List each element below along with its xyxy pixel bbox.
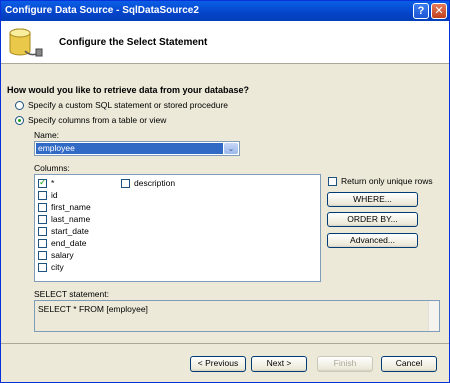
- next-button[interactable]: Next >: [251, 356, 307, 372]
- select-statement-box: SELECT * FROM [employee]: [34, 300, 440, 332]
- column-label: salary: [51, 250, 74, 260]
- column-label: description: [134, 178, 176, 188]
- column-item[interactable]: end_date: [38, 238, 86, 248]
- columns-option-label: Specify columns from a table or view: [28, 115, 167, 125]
- chevron-down-icon[interactable]: ⌄: [224, 143, 238, 154]
- database-icon: [9, 28, 43, 57]
- column-label: first_name: [51, 202, 91, 212]
- unique-rows-label: Return only unique rows: [341, 176, 433, 186]
- column-checkbox[interactable]: [38, 238, 47, 248]
- advanced-button[interactable]: Advanced...: [327, 233, 418, 248]
- columns-label: Columns:: [34, 163, 70, 173]
- custom-sql-radio[interactable]: [15, 100, 24, 110]
- column-label: last_name: [51, 214, 91, 224]
- column-checkbox[interactable]: [38, 262, 47, 272]
- sql-scrollbar[interactable]: [428, 301, 439, 331]
- help-button[interactable]: ?: [413, 3, 429, 19]
- column-item[interactable]: city: [38, 262, 64, 272]
- select-statement-text: SELECT * FROM [employee]: [38, 304, 148, 314]
- retrieve-question: How would you like to retrieve data from…: [7, 85, 250, 95]
- name-label: Name:: [34, 130, 60, 140]
- column-checkbox[interactable]: [38, 177, 47, 188]
- table-name-select[interactable]: employee ⌄: [34, 141, 240, 156]
- column-item[interactable]: id: [38, 190, 58, 200]
- custom-sql-option[interactable]: Specify a custom SQL statement or stored…: [15, 100, 228, 110]
- column-item[interactable]: *: [38, 177, 55, 188]
- custom-sql-label: Specify a custom SQL statement or stored…: [28, 100, 229, 110]
- columns-radio[interactable]: [15, 115, 24, 125]
- select-statement-label: SELECT statement:: [34, 289, 109, 299]
- unique-rows-option[interactable]: Return only unique rows: [328, 176, 433, 186]
- order-by-button[interactable]: ORDER BY...: [327, 212, 418, 227]
- finish-button: Finish: [317, 356, 373, 372]
- column-item[interactable]: salary: [38, 250, 74, 260]
- column-checkbox[interactable]: [38, 214, 47, 224]
- column-checkbox[interactable]: [38, 226, 47, 236]
- column-checkbox[interactable]: [38, 202, 47, 212]
- column-item[interactable]: start_date: [38, 226, 89, 236]
- column-checkbox[interactable]: [121, 178, 130, 188]
- close-button[interactable]: ✕: [431, 3, 447, 19]
- column-item[interactable]: description: [121, 178, 175, 188]
- window-title: Configure Data Source - SqlDataSource2: [5, 5, 199, 16]
- dialog-window: Configure Data Source - SqlDataSource2 ?…: [0, 0, 450, 383]
- previous-button[interactable]: < Previous: [190, 356, 246, 372]
- wizard-header: Configure the Select Statement: [1, 21, 449, 64]
- column-checkbox[interactable]: [38, 250, 47, 260]
- columns-option[interactable]: Specify columns from a table or view: [15, 115, 166, 125]
- column-checkbox[interactable]: [38, 190, 47, 200]
- column-label: city: [51, 262, 64, 272]
- columns-list[interactable]: * id first_name last_name start_date end…: [34, 174, 321, 282]
- column-label: *: [51, 178, 55, 188]
- title-bar: Configure Data Source - SqlDataSource2 ?…: [1, 1, 449, 21]
- column-label: id: [51, 190, 58, 200]
- where-button[interactable]: WHERE...: [327, 192, 418, 207]
- column-label: start_date: [51, 226, 89, 236]
- column-item[interactable]: last_name: [38, 214, 90, 224]
- column-item[interactable]: first_name: [38, 202, 91, 212]
- unique-rows-checkbox[interactable]: [328, 176, 337, 186]
- table-name-value: employee: [36, 143, 223, 154]
- cancel-button[interactable]: Cancel: [381, 356, 437, 372]
- footer-divider: [1, 343, 449, 344]
- column-label: end_date: [51, 238, 87, 248]
- page-title: Configure the Select Statement: [59, 37, 208, 48]
